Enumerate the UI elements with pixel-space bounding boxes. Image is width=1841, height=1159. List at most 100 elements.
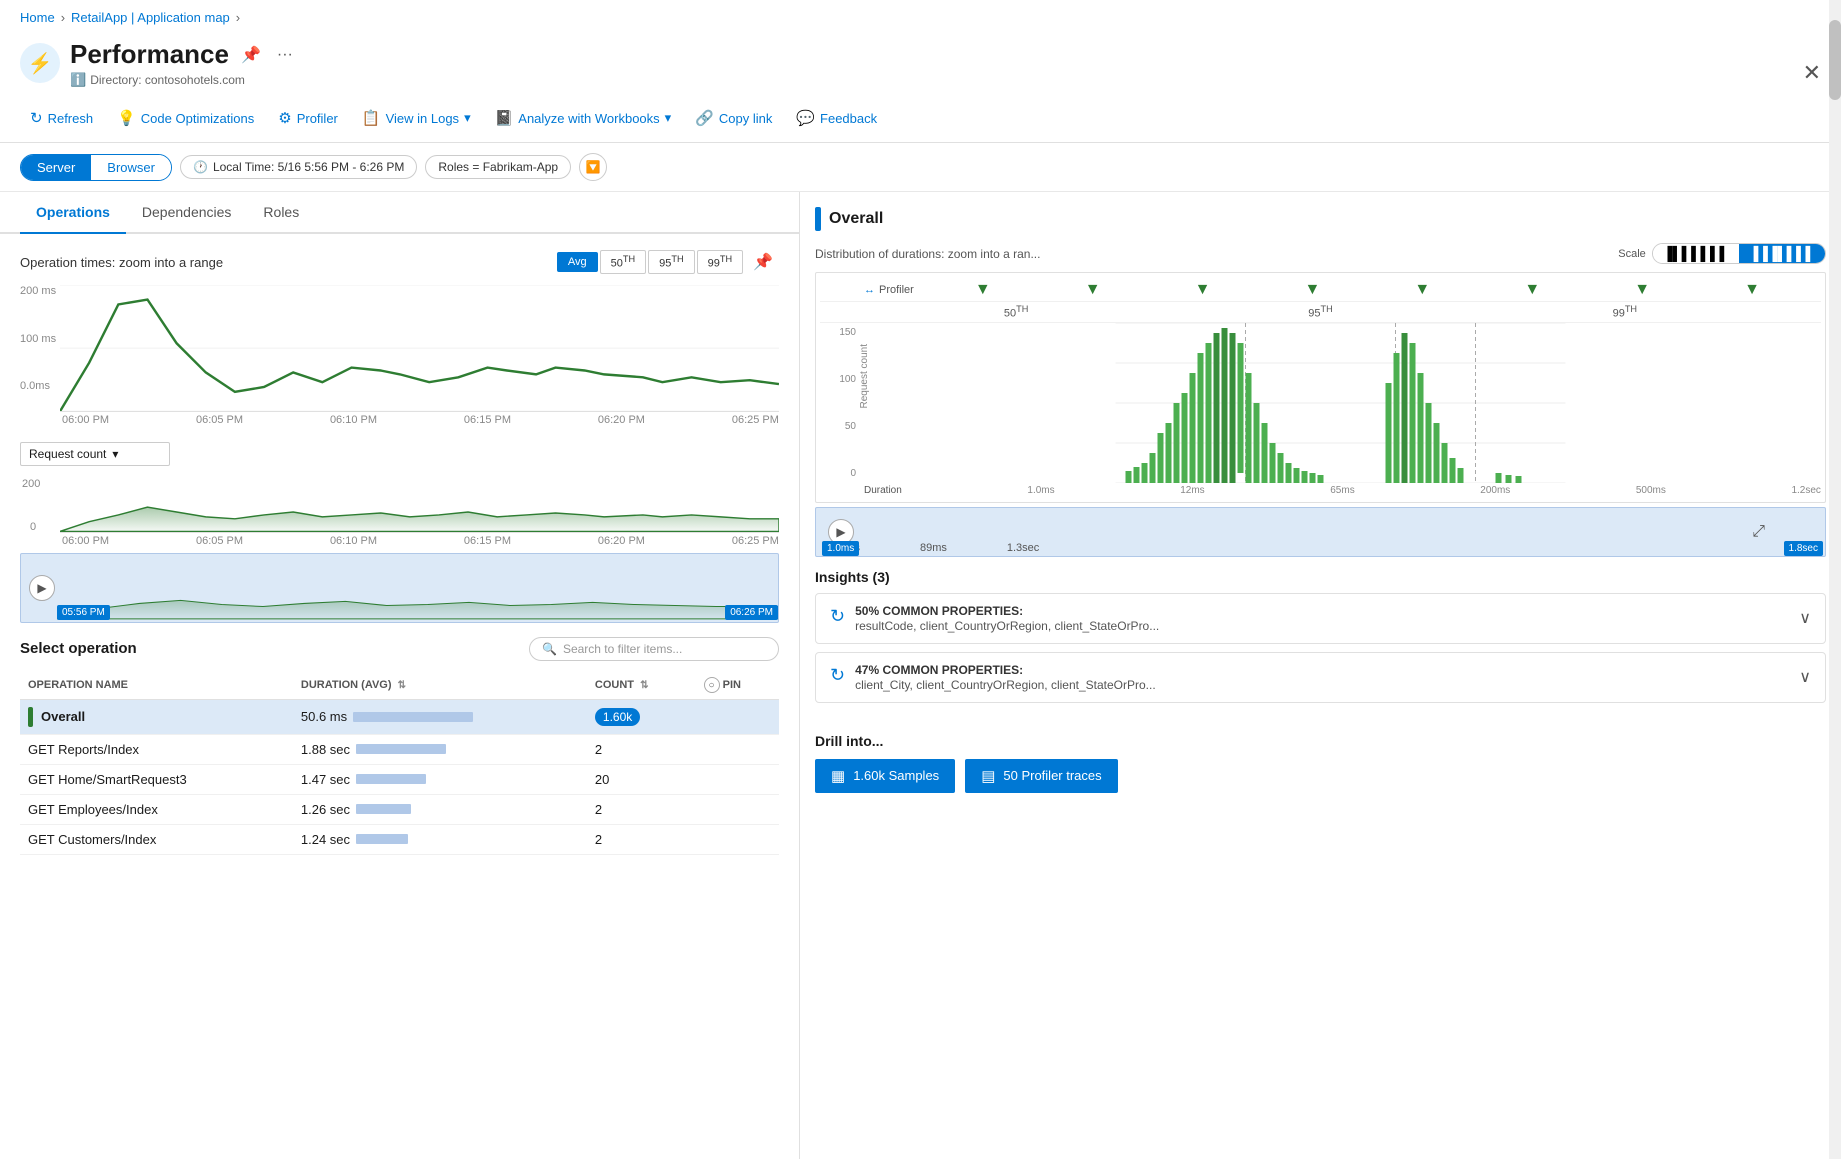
duration-bar: [356, 834, 408, 844]
op-name-cell: GET Customers/Index: [20, 824, 293, 854]
expand-icon-1[interactable]: ∨: [1799, 608, 1811, 628]
copy-link-button[interactable]: 🔗 Copy link: [685, 104, 782, 132]
play-button[interactable]: ▶: [29, 575, 55, 601]
add-filter-button[interactable]: 🔽: [579, 153, 607, 181]
code-opt-icon: 💡: [117, 109, 136, 127]
hist-y-labels: 150 100 50 0: [820, 323, 860, 483]
clock-icon: 🕐: [193, 160, 208, 174]
profiler-zoom-icon[interactable]: ↔: [864, 284, 875, 296]
breadcrumb-app[interactable]: RetailApp | Application map: [71, 10, 230, 25]
op-name-cell: Overall: [20, 699, 293, 734]
roles-filter-chip[interactable]: Roles = Fabrikam-App: [425, 155, 571, 179]
table-row[interactable]: GET Home/SmartRequest3 1.47 sec 20: [20, 764, 779, 794]
collapse-icon[interactable]: ⤢: [1752, 523, 1765, 541]
insight-card-2[interactable]: ↻ 47% COMMON PROPERTIES: client_City, cl…: [815, 652, 1826, 703]
tab-roles[interactable]: Roles: [247, 192, 315, 234]
insight-card-1[interactable]: ↻ 50% COMMON PROPERTIES: resultCode, cli…: [815, 593, 1826, 644]
p95-button[interactable]: 95TH: [648, 250, 694, 274]
drill-section: Drill into... ▦ 1.60k Samples ▤ 50 Profi…: [815, 733, 1826, 793]
op-duration-cell: 1.26 sec: [293, 794, 587, 824]
operations-table: OPERATION NAME DURATION (AVG) ⇅ COUNT ⇅ …: [20, 671, 779, 855]
operations-title: Select operation: [20, 640, 137, 657]
col-duration: DURATION (AVG) ⇅: [293, 671, 587, 700]
operations-section: Select operation 🔍 Search to filter item…: [0, 627, 799, 1159]
tab-operations[interactable]: Operations: [20, 192, 126, 234]
breadcrumb-home[interactable]: Home: [20, 10, 55, 25]
chart-header: Operation times: zoom into a range Avg 5…: [20, 249, 779, 275]
server-browser-toggle: Server Browser: [20, 154, 172, 181]
table-header-row: OPERATION NAME DURATION (AVG) ⇅ COUNT ⇅ …: [20, 671, 779, 700]
op-pin-cell: [696, 734, 779, 764]
request-count-section: Request count ▾: [20, 434, 779, 474]
search-placeholder: Search to filter items...: [563, 642, 682, 656]
breadcrumb: Home › RetailApp | Application map ›: [0, 0, 1841, 35]
op-duration-cell: 1.47 sec: [293, 764, 587, 794]
log-scale-btn[interactable]: ▐▐▐▌▌▌▌: [1739, 244, 1825, 263]
p99-button[interactable]: 99TH: [697, 250, 743, 274]
profiler-label: Profiler: [879, 284, 914, 296]
table-row[interactable]: GET Reports/Index 1.88 sec 2: [20, 734, 779, 764]
feedback-button[interactable]: 💬 Feedback: [786, 104, 887, 132]
nav-chart-svg: [57, 554, 778, 622]
samples-button[interactable]: ▦ 1.60k Samples: [815, 759, 955, 793]
hist-x-labels: Duration 1.0ms 12ms 65ms 200ms 500ms 1.2…: [820, 483, 1821, 498]
op-count-cell: 1.60k: [587, 699, 696, 734]
drill-title: Drill into...: [815, 733, 1826, 749]
left-panel: Operations Dependencies Roles Operation …: [0, 192, 800, 1159]
y-axis-label: Request count: [859, 344, 870, 409]
browser-toggle[interactable]: Browser: [91, 155, 171, 180]
filter-bar: Server Browser 🕐 Local Time: 5/16 5:56 P…: [0, 143, 1841, 192]
mini-chart-container: 200 0: [60, 478, 779, 532]
analyze-workbooks-button[interactable]: 📓 Analyze with Workbooks ▾: [485, 104, 682, 132]
percentile-buttons: Avg 50TH 95TH 99TH: [557, 250, 743, 274]
pin-title-button[interactable]: 📌: [237, 41, 265, 69]
server-toggle[interactable]: Server: [21, 155, 91, 180]
time-navigator[interactable]: ▶ 06:00 PM 06:05 PM: [20, 553, 779, 623]
refresh-button[interactable]: ↻ Refresh: [20, 104, 103, 132]
table-row[interactable]: Overall 50.6 ms 1.60k: [20, 699, 779, 734]
table-row[interactable]: GET Employees/Index 1.26 sec 2: [20, 794, 779, 824]
mini-chart-x-labels: 06:00 PM 06:05 PM 06:10 PM 06:15 PM 06:2…: [20, 533, 779, 549]
profiler-button[interactable]: ⚙ Profiler: [268, 104, 348, 132]
search-box[interactable]: 🔍 Search to filter items...: [529, 637, 779, 661]
app-icon: ⚡: [20, 43, 60, 83]
chart-x-labels: 06:00 PM 06:05 PM 06:10 PM 06:15 PM 06:2…: [20, 412, 779, 428]
op-pin-cell: [696, 699, 779, 734]
right-panel: Overall Distribution of durations: zoom …: [800, 192, 1841, 1159]
duration-sort-icon[interactable]: ⇅: [398, 680, 406, 691]
count-badge: 1.60k: [595, 708, 640, 726]
duration-bar: [356, 804, 411, 814]
expand-icon-2[interactable]: ∨: [1799, 667, 1811, 687]
col-count: COUNT ⇅: [587, 671, 696, 700]
tab-dependencies[interactable]: Dependencies: [126, 192, 248, 234]
count-sort-icon[interactable]: ⇅: [640, 680, 648, 691]
more-options-button[interactable]: ···: [273, 42, 297, 68]
dist-nav-bar[interactable]: ▶ ⤢ 7.2ms 89ms 1.3sec: [815, 507, 1826, 557]
profiler-traces-button[interactable]: ▤ 50 Profiler traces: [965, 759, 1117, 793]
col-operation-name: OPERATION NAME: [20, 671, 293, 700]
linear-scale-btn[interactable]: ▐▌▌▌▌▌▌: [1653, 244, 1739, 263]
op-pin-cell: [696, 764, 779, 794]
chart-pin-button[interactable]: 📌: [747, 249, 779, 275]
p50-button[interactable]: 50TH: [600, 250, 646, 274]
mini-y-label-0: 0: [30, 521, 36, 533]
request-count-dropdown[interactable]: Request count ▾: [20, 442, 170, 466]
duration-bar: [356, 744, 446, 754]
histogram-container: 150 100 50 0: [820, 323, 1821, 483]
percentile-markers-row: 50TH 95TH 99TH: [820, 302, 1821, 323]
dist-title: Distribution of durations: zoom into a r…: [815, 247, 1040, 261]
op-name-cell: GET Home/SmartRequest3: [20, 764, 293, 794]
table-row[interactable]: GET Customers/Index 1.24 sec 2: [20, 824, 779, 854]
close-button[interactable]: ✕: [1803, 60, 1821, 86]
view-in-logs-button[interactable]: 📋 View in Logs ▾: [352, 104, 481, 132]
dist-chart-container: ↔ Profiler ▼ ▼ ▼ ▼ ▼ ▼ ▼ ▼: [815, 272, 1826, 503]
avg-button[interactable]: Avg: [557, 252, 598, 272]
op-pin-cell: [696, 794, 779, 824]
op-count-cell: 2: [587, 734, 696, 764]
op-duration-cell: 50.6 ms: [293, 699, 587, 734]
code-optimizations-button[interactable]: 💡 Code Optimizations: [107, 104, 264, 132]
feedback-icon: 💬: [796, 109, 815, 127]
time-filter-chip[interactable]: 🕐 Local Time: 5/16 5:56 PM - 6:26 PM: [180, 155, 417, 179]
logs-icon: 📋: [362, 109, 381, 127]
scale-toggle: ▐▌▌▌▌▌▌ ▐▐▐▌▌▌▌: [1652, 243, 1826, 264]
